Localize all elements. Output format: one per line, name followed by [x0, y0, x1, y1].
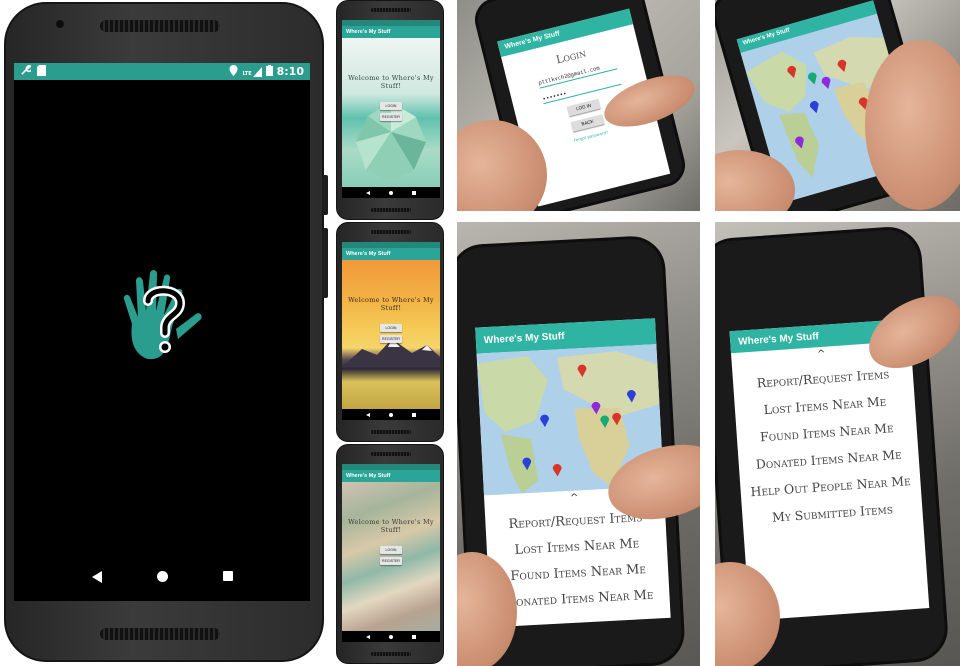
nav-bar — [342, 187, 440, 198]
volume-button — [322, 228, 328, 298]
map-pin-icon[interactable] — [522, 457, 532, 471]
back-icon[interactable] — [365, 634, 370, 639]
nav-bar — [14, 571, 310, 583]
status-bar: LTE 8:10 — [14, 63, 310, 80]
photo-menu: Where's My Stuff ^ Report/Request Items … — [715, 222, 960, 666]
phone-speaker-bottom — [371, 430, 411, 434]
phone-speaker-bottom — [100, 628, 220, 640]
home-icon[interactable] — [156, 571, 168, 582]
map-pin-icon[interactable] — [540, 414, 550, 428]
phone-speaker-bottom — [371, 652, 411, 656]
welcome-text: Welcome to Where's My Stuff! — [348, 74, 434, 90]
map-pin-icon[interactable] — [577, 364, 587, 378]
recents-icon[interactable] — [412, 634, 417, 639]
recents-icon[interactable] — [412, 190, 417, 195]
app-bar-title: Where's My Stuff — [342, 26, 440, 38]
photo-login: Where's My Stuff Login pttlkvch2@gmail.c… — [457, 0, 700, 211]
phone-speaker — [371, 452, 411, 456]
home-icon[interactable] — [388, 190, 393, 195]
welcome-text: Welcome to Where's My Stuff! — [348, 518, 434, 534]
phone-speaker — [371, 8, 411, 12]
location-icon — [229, 64, 238, 79]
power-button — [322, 175, 328, 215]
nav-bar — [342, 409, 440, 420]
phone-speaker — [371, 230, 411, 234]
app-bar-title: Where's My Stuff — [342, 470, 440, 482]
welcome-phone-pastel: Where's My Stuff Welcome to Where's My S… — [336, 444, 444, 664]
app-bar-title: Where's My Stuff — [342, 248, 440, 260]
map-pin-icon[interactable] — [626, 389, 637, 403]
welcome-screen: Where's My Stuff Welcome to Where's My S… — [342, 242, 440, 420]
phone-speaker — [100, 20, 220, 32]
register-button[interactable]: REGISTER — [380, 557, 402, 565]
welcome-phone-sunset: Where's My Stuff Welcome to Where's My S… — [336, 222, 444, 442]
back-icon[interactable] — [365, 190, 370, 195]
back-icon[interactable] — [365, 412, 370, 417]
recents-icon[interactable] — [222, 571, 233, 581]
welcome-screen: Where's My Stuff Welcome to Where's My S… — [342, 464, 440, 642]
menu-list: Report/Request Items Lost Items Near Me … — [732, 359, 923, 533]
splash-screen: LTE 8:10 — [14, 63, 310, 601]
login-button[interactable]: LOGIN — [380, 102, 402, 110]
login-button[interactable]: LOGIN — [380, 324, 402, 332]
login-button[interactable]: LOG IN — [567, 98, 601, 117]
welcome-text: Welcome to Where's My Stuff! — [348, 296, 434, 312]
phone-speaker-bottom — [371, 208, 411, 212]
sdcard-icon — [37, 64, 46, 79]
nav-bar — [342, 631, 440, 642]
photo-map-menu: Where's My Stuff ^ Report/Request Items … — [457, 222, 700, 666]
back-icon[interactable] — [91, 571, 102, 583]
front-camera — [56, 20, 64, 28]
status-time: 8:10 — [276, 65, 304, 78]
back-button[interactable]: BACK — [570, 114, 605, 132]
map-pin-icon[interactable] — [591, 401, 601, 415]
signal-icon: LTE — [242, 66, 262, 77]
welcome-phone-teal: Where's My Stuff Welcome to Where's My S… — [336, 0, 444, 220]
map-pin-icon[interactable] — [600, 415, 610, 428]
app-logo — [118, 269, 208, 368]
home-icon[interactable] — [388, 412, 393, 417]
photo-map: Where's My Stuff — [715, 0, 960, 211]
map-pin-icon[interactable] — [552, 463, 562, 477]
register-button[interactable]: REGISTER — [380, 335, 402, 343]
welcome-screen: Where's My Stuff Welcome to Where's My S… — [342, 20, 440, 198]
register-button[interactable]: REGISTER — [380, 113, 402, 121]
map-pin-icon[interactable] — [612, 412, 622, 426]
recents-icon[interactable] — [412, 412, 417, 417]
home-icon[interactable] — [388, 634, 393, 639]
login-button[interactable]: LOGIN — [380, 546, 402, 554]
battery-icon — [265, 64, 273, 79]
wrench-icon — [20, 63, 33, 79]
